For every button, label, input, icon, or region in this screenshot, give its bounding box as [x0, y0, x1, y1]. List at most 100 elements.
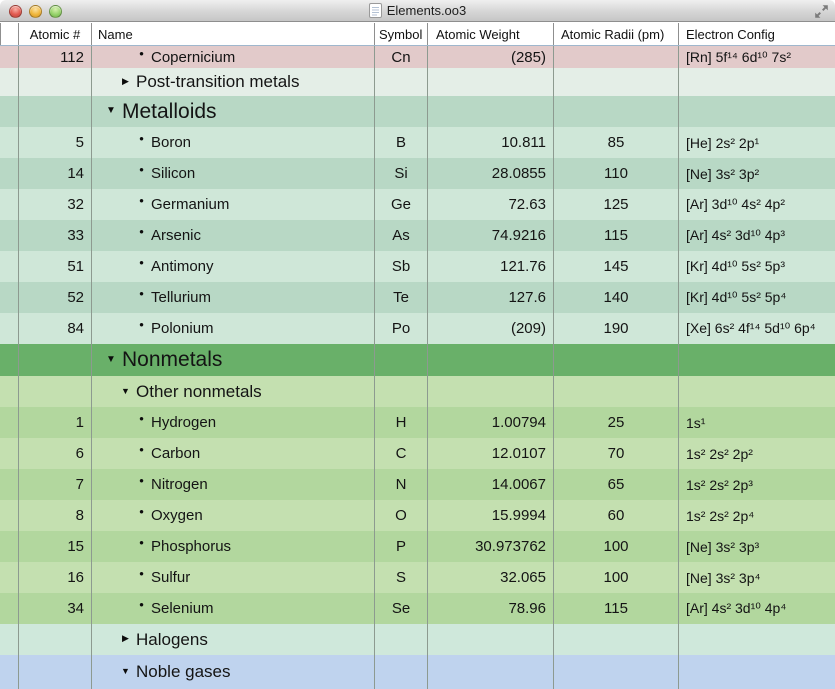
- atomic-weight-cell[interactable]: (285): [427, 46, 553, 68]
- electron-config-cell[interactable]: [Kr] 4d¹⁰ 5s² 5p³: [678, 251, 835, 282]
- electron-config-cell[interactable]: 1s² 2s² 2p⁴: [678, 500, 835, 531]
- name-cell[interactable]: ▼ Metalloids: [91, 96, 374, 127]
- symbol-cell[interactable]: [374, 68, 427, 96]
- electron-config-cell[interactable]: 1s¹: [678, 407, 835, 438]
- bullet-icon[interactable]: •: [136, 46, 147, 61]
- bullet-icon[interactable]: •: [136, 597, 147, 612]
- bullet-icon[interactable]: •: [136, 535, 147, 550]
- atomic-radii-cell[interactable]: 140: [553, 282, 678, 313]
- atomic-radii-cell[interactable]: 110: [553, 158, 678, 189]
- electron-config-cell[interactable]: [Ar] 3d¹⁰ 4s² 4p²: [678, 189, 835, 220]
- bullet-icon[interactable]: •: [136, 317, 147, 332]
- symbol-cell[interactable]: [374, 96, 427, 127]
- bullet-icon[interactable]: •: [136, 442, 147, 457]
- electron-config-cell[interactable]: [Ar] 4s² 3d¹⁰ 4p⁴: [678, 593, 835, 624]
- atomic-radii-cell[interactable]: 65: [553, 469, 678, 500]
- name-cell[interactable]: ▼ Other nonmetals: [91, 376, 374, 407]
- column-header-symbol[interactable]: Symbol: [374, 23, 427, 45]
- symbol-cell[interactable]: Se: [374, 593, 427, 624]
- atomic-number-cell[interactable]: 8: [18, 500, 91, 531]
- atomic-number-cell[interactable]: [18, 68, 91, 96]
- disclosure-right-icon[interactable]: ▶: [119, 633, 132, 644]
- atomic-number-cell[interactable]: 34: [18, 593, 91, 624]
- electron-config-cell[interactable]: [678, 655, 835, 689]
- table-row[interactable]: 14 • Silicon Si 28.0855 110 [Ne] 3s² 3p²: [0, 158, 835, 189]
- disclosure-down-icon[interactable]: ▼: [104, 105, 118, 116]
- atomic-weight-cell[interactable]: [427, 655, 553, 689]
- atomic-weight-cell[interactable]: 121.76: [427, 251, 553, 282]
- atomic-radii-cell[interactable]: 145: [553, 251, 678, 282]
- atomic-weight-cell[interactable]: 28.0855: [427, 158, 553, 189]
- electron-config-cell[interactable]: [678, 344, 835, 376]
- name-cell[interactable]: • Boron: [91, 127, 374, 158]
- electron-config-cell[interactable]: [Ne] 3s² 3p²: [678, 158, 835, 189]
- bullet-icon[interactable]: •: [136, 193, 147, 208]
- table-row[interactable]: 8 • Oxygen O 15.9994 60 1s² 2s² 2p⁴: [0, 500, 835, 531]
- atomic-radii-cell[interactable]: 190: [553, 313, 678, 344]
- atomic-number-cell[interactable]: [18, 655, 91, 689]
- name-cell[interactable]: • Sulfur: [91, 562, 374, 593]
- atomic-radii-cell[interactable]: 115: [553, 220, 678, 251]
- atomic-number-cell[interactable]: 14: [18, 158, 91, 189]
- bullet-icon[interactable]: •: [136, 566, 147, 581]
- electron-config-cell[interactable]: [Ne] 3s² 3p⁴: [678, 562, 835, 593]
- atomic-radii-cell[interactable]: 115: [553, 593, 678, 624]
- table-row[interactable]: 16 • Sulfur S 32.065 100 [Ne] 3s² 3p⁴: [0, 562, 835, 593]
- atomic-weight-cell[interactable]: [427, 344, 553, 376]
- atomic-radii-cell[interactable]: [553, 96, 678, 127]
- atomic-weight-cell[interactable]: 78.96: [427, 593, 553, 624]
- atomic-radii-cell[interactable]: 25: [553, 407, 678, 438]
- electron-config-cell[interactable]: [678, 68, 835, 96]
- symbol-cell[interactable]: Ge: [374, 189, 427, 220]
- atomic-weight-cell[interactable]: (209): [427, 313, 553, 344]
- bullet-icon[interactable]: •: [136, 255, 147, 270]
- atomic-weight-cell[interactable]: [427, 376, 553, 407]
- close-button[interactable]: [9, 5, 22, 18]
- name-cell[interactable]: ▼ Noble gases: [91, 655, 374, 689]
- electron-config-cell[interactable]: 1s² 2s² 2p²: [678, 438, 835, 469]
- atomic-radii-cell[interactable]: [553, 624, 678, 655]
- bullet-icon[interactable]: •: [136, 473, 147, 488]
- symbol-cell[interactable]: Sb: [374, 251, 427, 282]
- name-cell[interactable]: • Nitrogen: [91, 469, 374, 500]
- table-row[interactable]: ▶ Post-transition metals: [0, 68, 835, 96]
- name-cell[interactable]: ▶ Post-transition metals: [91, 68, 374, 96]
- title-bar[interactable]: Elements.oo3: [0, 0, 835, 22]
- atomic-number-cell[interactable]: [18, 96, 91, 127]
- atomic-weight-cell[interactable]: [427, 624, 553, 655]
- atomic-weight-cell[interactable]: 72.63: [427, 189, 553, 220]
- electron-config-cell[interactable]: [Ne] 3s² 3p³: [678, 531, 835, 562]
- name-cell[interactable]: ▼ Nonmetals: [91, 344, 374, 376]
- atomic-weight-cell[interactable]: 10.811: [427, 127, 553, 158]
- name-cell[interactable]: • Silicon: [91, 158, 374, 189]
- atomic-radii-cell[interactable]: [553, 344, 678, 376]
- electron-config-cell[interactable]: [He] 2s² 2p¹: [678, 127, 835, 158]
- atomic-number-cell[interactable]: 33: [18, 220, 91, 251]
- table-row[interactable]: ▼ Metalloids: [0, 96, 835, 127]
- disclosure-down-icon[interactable]: ▼: [119, 386, 132, 396]
- symbol-cell[interactable]: P: [374, 531, 427, 562]
- symbol-cell[interactable]: Si: [374, 158, 427, 189]
- column-header-name[interactable]: Name: [91, 23, 374, 45]
- atomic-radii-cell[interactable]: 125: [553, 189, 678, 220]
- symbol-cell[interactable]: Cn: [374, 46, 427, 68]
- bullet-icon[interactable]: •: [136, 504, 147, 519]
- atomic-radii-cell[interactable]: [553, 46, 678, 68]
- name-cell[interactable]: • Antimony: [91, 251, 374, 282]
- symbol-cell[interactable]: Te: [374, 282, 427, 313]
- table-row[interactable]: 34 • Selenium Se 78.96 115 [Ar] 4s² 3d¹⁰…: [0, 593, 835, 624]
- table-row[interactable]: 33 • Arsenic As 74.9216 115 [Ar] 4s² 3d¹…: [0, 220, 835, 251]
- symbol-cell[interactable]: Po: [374, 313, 427, 344]
- name-cell[interactable]: • Polonium: [91, 313, 374, 344]
- atomic-weight-cell[interactable]: [427, 96, 553, 127]
- atomic-number-cell[interactable]: 32: [18, 189, 91, 220]
- atomic-number-cell[interactable]: [18, 376, 91, 407]
- atomic-number-cell[interactable]: 5: [18, 127, 91, 158]
- symbol-cell[interactable]: S: [374, 562, 427, 593]
- minimize-button[interactable]: [29, 5, 42, 18]
- column-header-atomic-number[interactable]: Atomic #: [18, 23, 91, 45]
- column-header-atomic-weight[interactable]: Atomic Weight: [427, 23, 553, 45]
- symbol-cell[interactable]: [374, 655, 427, 689]
- atomic-radii-cell[interactable]: 85: [553, 127, 678, 158]
- column-header-atomic-radii[interactable]: Atomic Radii (pm): [553, 23, 678, 45]
